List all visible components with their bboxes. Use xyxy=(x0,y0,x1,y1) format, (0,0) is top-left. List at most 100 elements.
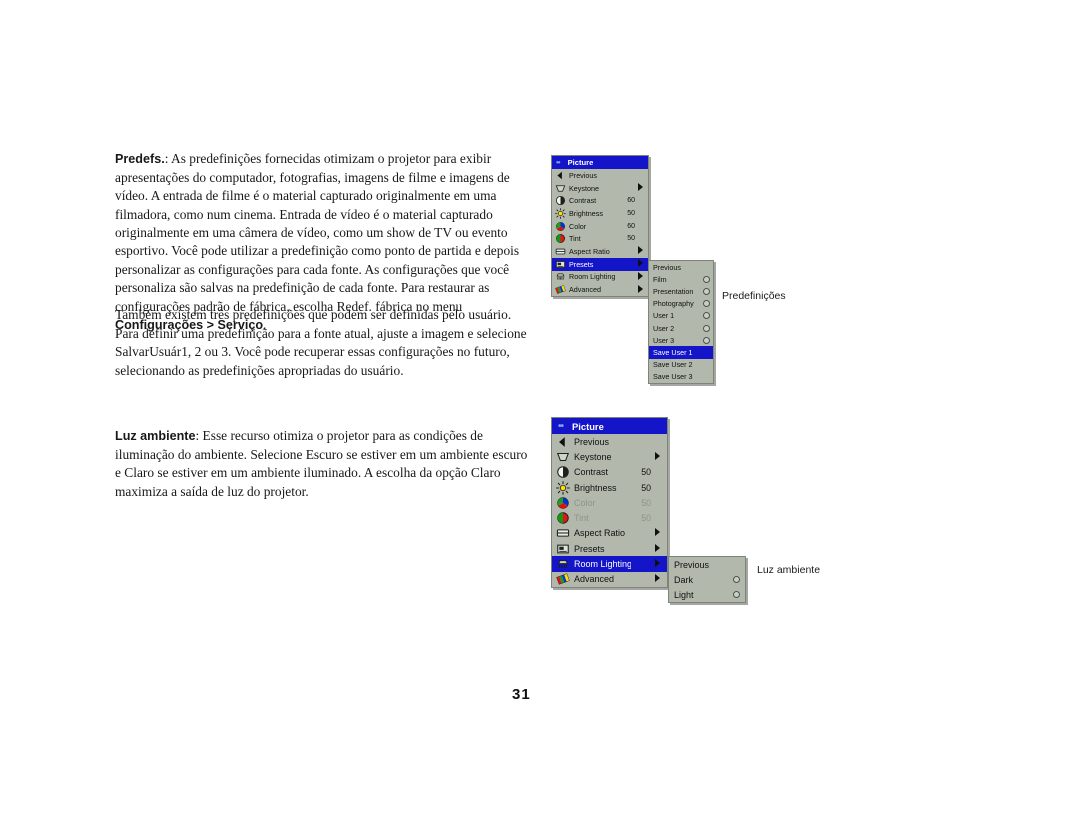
aspect-ratio-icon xyxy=(554,246,567,257)
osd-menu-picture-room-lighting[interactable]: •• Picture Previous Keystone Contrast 50 Bri… xyxy=(551,417,668,588)
osd-submenu-presets[interactable]: Previous Film Presentation Photography User … xyxy=(648,260,714,384)
advanced-icon xyxy=(554,284,567,295)
osd-menu-item-label: Previous xyxy=(574,436,610,447)
osd-submenu-room-lighting[interactable]: Previous Dark Light xyxy=(668,556,746,603)
osd-submenu-item-user-3[interactable]: User 3 xyxy=(649,334,713,346)
osd-menu-item-keystone[interactable]: Keystone xyxy=(552,182,648,195)
osd-menu-item-value: 50 xyxy=(641,482,651,493)
radio-button-icon[interactable] xyxy=(698,275,710,283)
osd-menu-item-tint[interactable]: Tint 50 xyxy=(552,510,667,525)
osd-menu-item-contrast[interactable]: Contrast 50 xyxy=(552,465,667,480)
osd-menu-item-label: Color xyxy=(569,221,587,231)
chevron-right-icon xyxy=(635,183,645,193)
osd-menu-item-advanced[interactable]: Advanced xyxy=(552,283,648,296)
osd-menu-item-value: 50 xyxy=(641,513,651,524)
osd-menu-item-color[interactable]: Color 50 xyxy=(552,495,667,510)
osd-submenu-item-light[interactable]: Light xyxy=(669,587,745,602)
page-number: 31 xyxy=(512,686,531,703)
osd-submenu-item-label: Film xyxy=(653,274,667,284)
chevron-right-icon xyxy=(635,246,645,256)
chevron-right-icon xyxy=(651,574,663,584)
radio-button-icon[interactable] xyxy=(698,287,710,295)
radio-button-icon[interactable] xyxy=(698,324,710,332)
osd-submenu-item-label: Light xyxy=(674,589,694,600)
osd-submenu-item-label: Previous xyxy=(653,262,681,272)
advanced-icon xyxy=(555,572,571,586)
color-icon xyxy=(554,221,567,232)
osd-menu-item-label: Tint xyxy=(569,234,581,244)
osd-submenu-item-previous[interactable]: Previous xyxy=(649,261,713,273)
chevron-right-icon xyxy=(635,259,645,269)
osd-menu-item-label: Presets xyxy=(574,543,605,554)
osd-menu-item-color[interactable]: Color 60 xyxy=(552,220,648,233)
paragraph-user-presets: Também existem três predefinições que po… xyxy=(115,307,527,378)
osd-menu-item-label: Advanced xyxy=(574,574,615,585)
osd-menu-item-label: Keystone xyxy=(574,451,612,462)
chevron-right-icon xyxy=(651,543,663,554)
keystone-icon xyxy=(554,183,567,194)
osd-submenu-item-save-user-2[interactable]: Save User 2 xyxy=(649,359,713,371)
osd-menu-item-keystone[interactable]: Keystone xyxy=(552,449,667,464)
osd-menu-item-value: 50 xyxy=(627,209,635,217)
osd-menu-item-room-lighting[interactable]: Room Lighting xyxy=(552,271,648,284)
contrast-icon xyxy=(555,465,571,479)
osd-submenu-item-photography[interactable]: Photography xyxy=(649,298,713,310)
osd-menu-item-label: Color xyxy=(574,497,596,508)
osd-menu-item-value: 60 xyxy=(627,197,635,205)
osd-submenu-item-label: Save User 1 xyxy=(653,347,693,357)
radio-button-icon[interactable] xyxy=(698,336,710,344)
dots-icon: •• xyxy=(558,420,564,432)
chevron-right-icon xyxy=(651,528,663,538)
radio-button-icon[interactable] xyxy=(726,576,740,583)
osd-submenu-item-label: User 3 xyxy=(653,335,675,345)
osd-submenu-item-dark[interactable]: Dark xyxy=(669,572,745,587)
paragraph-presets-text: : As predefinições fornecidas otimizam o… xyxy=(115,151,520,314)
chevron-right-icon xyxy=(635,271,645,282)
osd-menu-item-advanced[interactable]: Advanced xyxy=(552,572,667,587)
osd-submenu-item-previous[interactable]: Previous xyxy=(669,557,745,572)
chevron-right-icon xyxy=(651,559,663,569)
osd-title-label: Picture xyxy=(567,158,594,167)
osd-menu-item-brightness[interactable]: Brightness 50 xyxy=(552,480,667,495)
tint-icon xyxy=(555,511,571,525)
paragraph-room-lighting: Luz ambiente: Esse recurso otimiza o pro… xyxy=(115,427,533,501)
paragraph-room-lighting-lead: Luz ambiente xyxy=(115,429,196,444)
presets-icon xyxy=(554,259,567,270)
osd-menu-item-previous[interactable]: Previous xyxy=(552,169,648,182)
osd-menu-item-label: Aspect Ratio xyxy=(569,246,610,256)
osd-menu-item-contrast[interactable]: Contrast 60 xyxy=(552,194,648,207)
osd-submenu-item-label: Save User 2 xyxy=(653,360,693,370)
radio-button-icon[interactable] xyxy=(698,300,710,308)
osd-menu-item-label: Brightness xyxy=(569,208,603,218)
osd-menu-item-label: Contrast xyxy=(574,467,609,478)
osd-submenu-item-save-user-1[interactable]: Save User 1 xyxy=(649,346,713,359)
osd-submenu-item-presentation[interactable]: Presentation xyxy=(649,285,713,297)
osd-menu-item-tint[interactable]: Tint 50 xyxy=(552,232,648,245)
tint-icon xyxy=(554,233,567,244)
osd-submenu-item-label: Save User 3 xyxy=(653,372,693,382)
osd-menu-item-aspect-ratio[interactable]: Aspect Ratio xyxy=(552,245,648,258)
osd-submenu-item-save-user-3[interactable]: Save User 3 xyxy=(649,371,713,383)
osd-submenu-item-user-2[interactable]: User 2 xyxy=(649,322,713,334)
callout-label-room-lighting: Luz ambiente xyxy=(757,564,821,576)
osd-menu-item-room-lighting[interactable]: Room Lighting xyxy=(552,556,667,572)
osd-submenu-item-label: User 2 xyxy=(653,323,675,333)
osd-menu-item-aspect-ratio[interactable]: Aspect Ratio xyxy=(552,526,667,541)
osd-menu-item-presets[interactable]: Presets xyxy=(552,257,648,271)
osd-submenu-item-film[interactable]: Film xyxy=(649,273,713,285)
osd-menu-item-presets[interactable]: Presets xyxy=(552,541,667,556)
osd-menu-item-label: Tint xyxy=(574,513,589,524)
osd-submenu-item-user-1[interactable]: User 1 xyxy=(649,310,713,322)
osd-menu-item-previous[interactable]: Previous xyxy=(552,434,667,449)
radio-button-icon[interactable] xyxy=(726,591,740,598)
osd-title-label: Picture xyxy=(572,420,604,432)
osd-menu-item-brightness[interactable]: Brightness 50 xyxy=(552,207,648,220)
osd-submenu-item-label: User 1 xyxy=(653,311,675,321)
osd-menu-picture-presets[interactable]: •• Picture Previous Keystone Contrast 60 Bri… xyxy=(551,155,649,297)
osd-submenu-item-label: Presentation xyxy=(653,286,694,296)
osd-title-bar: •• Picture xyxy=(552,418,667,434)
contrast-icon xyxy=(554,195,567,206)
osd-menu-item-label: Room Lighting xyxy=(574,559,631,570)
brightness-icon xyxy=(554,207,567,219)
radio-button-icon[interactable] xyxy=(698,312,710,320)
